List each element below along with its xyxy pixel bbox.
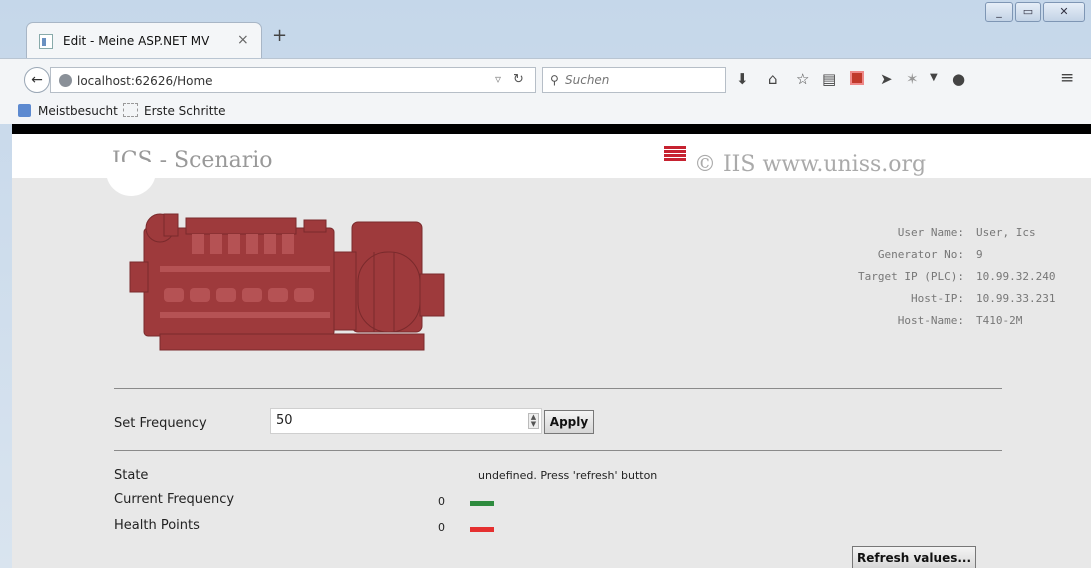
- health-points-value: 0: [438, 521, 445, 534]
- copyright-text: © IIS www.uniss.org: [694, 152, 927, 177]
- bookmark-icon: [18, 104, 31, 117]
- generator-engine-image: [129, 213, 445, 351]
- info-row: User Name: User, Ics: [832, 226, 1082, 248]
- host-name-label: Host-Name:: [897, 314, 964, 327]
- home-icon[interactable]: ⌂: [768, 70, 778, 88]
- spinner-icon[interactable]: ▲ ▼: [528, 413, 539, 429]
- chat-icon[interactable]: ●: [952, 70, 965, 88]
- target-ip-label: Target IP (PLC):: [858, 270, 964, 283]
- bookmark-erste-schritte[interactable]: Erste Schritte: [144, 104, 226, 118]
- health-points-label: Health Points: [114, 518, 200, 533]
- bookmark-meistbesucht[interactable]: Meistbesucht: [38, 104, 118, 118]
- health-status-bar: [470, 527, 494, 532]
- back-button[interactable]: ←: [24, 67, 50, 93]
- frequency-status-bar: [470, 501, 494, 506]
- set-frequency-label: Set Frequency: [114, 416, 207, 431]
- frequency-input[interactable]: 50 ▲ ▼: [270, 408, 542, 434]
- search-icon: ⚲: [550, 73, 559, 87]
- host-name-value: T410-2M: [976, 314, 1023, 327]
- header-circle: [106, 162, 156, 196]
- target-ip-value: 10.99.32.240: [976, 270, 1056, 283]
- window-controls: _ ▭ ✕: [985, 2, 1087, 24]
- host-ip-value: 10.99.33.231: [976, 292, 1056, 305]
- state-value: undefined. Press 'refresh' button: [478, 469, 658, 482]
- user-name-value: User, Ics: [976, 226, 1036, 239]
- refresh-values-button[interactable]: Refresh values...: [852, 546, 976, 568]
- info-row: Target IP (PLC): 10.99.32.240: [832, 270, 1082, 292]
- new-tab-button[interactable]: +: [272, 25, 287, 46]
- title-bar: Edit - Meine ASP.NET MV × + _ ▭ ✕: [0, 0, 1091, 58]
- globe-icon: [59, 74, 72, 87]
- menu-icon[interactable]: ≡: [1060, 68, 1074, 88]
- folder-icon: [123, 103, 138, 117]
- dropdown-icon[interactable]: ▼: [930, 72, 938, 83]
- page-top-border: [12, 124, 1091, 134]
- tab-title: Edit - Meine ASP.NET MV: [63, 34, 210, 48]
- user-name-label: User Name:: [897, 226, 964, 239]
- url-bar[interactable]: localhost:62626/Home ▿ ↻: [50, 67, 536, 93]
- generator-no-value: 9: [976, 248, 983, 261]
- info-row: Host-IP: 10.99.33.231: [832, 292, 1082, 314]
- close-tab-icon[interactable]: ×: [237, 32, 249, 48]
- page-icon: [39, 34, 53, 49]
- flag-logo-icon: [664, 146, 686, 162]
- divider: [114, 450, 1002, 451]
- current-frequency-value: 0: [438, 495, 445, 508]
- info-row: Generator No: 9: [832, 248, 1082, 270]
- site-header: ICS - Scenario © IIS www.uniss.org: [12, 134, 1091, 178]
- browser-tab[interactable]: Edit - Meine ASP.NET MV ×: [26, 22, 262, 58]
- browser-window: Edit - Meine ASP.NET MV × + _ ▭ ✕ ← loca…: [0, 0, 1091, 568]
- reload-icon[interactable]: ↻: [513, 72, 524, 87]
- current-frequency-label: Current Frequency: [114, 492, 235, 507]
- download-icon[interactable]: ⬇: [736, 70, 749, 88]
- maximize-button[interactable]: ▭: [1015, 2, 1041, 22]
- divider: [114, 388, 1002, 389]
- navigation-bar: ← localhost:62626/Home ▿ ↻ ⚲ ⬇ ⌂ ☆ ▤ ➤ ✶…: [0, 58, 1091, 96]
- close-window-button[interactable]: ✕: [1043, 2, 1085, 22]
- addon-icon[interactable]: [850, 71, 864, 85]
- host-ip-label: Host-IP:: [911, 292, 964, 305]
- search-input[interactable]: [565, 71, 720, 89]
- pocket-icon[interactable]: ✶: [906, 70, 919, 88]
- reading-list-icon[interactable]: ▤: [822, 70, 836, 88]
- apply-button[interactable]: Apply: [544, 410, 594, 434]
- bookmarks-bar: Meistbesucht Erste Schritte: [0, 96, 1091, 124]
- connection-info: User Name: User, Ics Generator No: 9 Tar…: [832, 226, 1082, 336]
- search-bar[interactable]: ⚲: [542, 67, 726, 93]
- url-dropdown-icon[interactable]: ▿: [495, 72, 501, 86]
- state-label: State: [114, 468, 149, 483]
- star-icon[interactable]: ☆: [796, 70, 809, 88]
- page-content: ICS - Scenario © IIS www.uniss.org User …: [12, 134, 1091, 568]
- info-row: Host-Name: T410-2M: [832, 314, 1082, 336]
- generator-no-label: Generator No:: [877, 248, 964, 261]
- minimize-button[interactable]: _: [985, 2, 1013, 22]
- send-icon[interactable]: ➤: [880, 70, 893, 88]
- frequency-value: 50: [276, 413, 293, 428]
- url-text[interactable]: localhost:62626/Home: [77, 74, 213, 88]
